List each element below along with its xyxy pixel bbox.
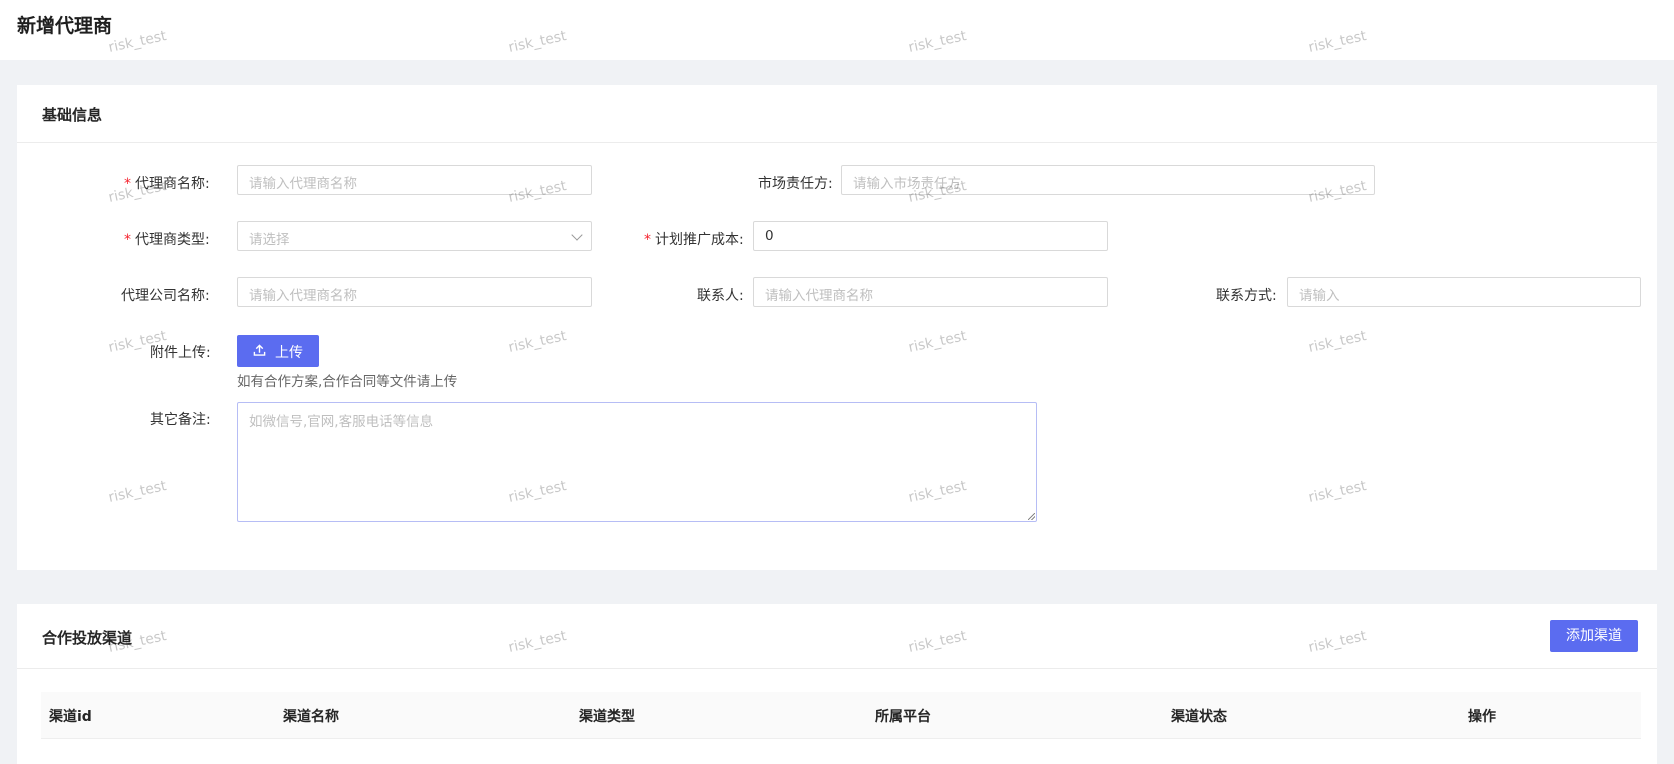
column-header-platform: 所属平台: [875, 709, 931, 725]
upload-button-label: 上传: [275, 345, 303, 361]
basic-info-header: 基础信息: [17, 85, 1657, 143]
contact-person-label: 联系人:: [697, 288, 744, 304]
required-mark: *: [644, 232, 651, 248]
contact-method-input[interactable]: 请输入: [1287, 277, 1641, 307]
contact-method-label: 联系方式:: [1216, 288, 1277, 304]
attachment-label: 附件上传:: [150, 345, 211, 361]
remarks-label: 其它备注:: [150, 412, 211, 428]
column-header-actions: 操作: [1468, 709, 1496, 725]
market-owner-input[interactable]: 请输入市场责任方: [841, 165, 1375, 195]
promo-cost-label: * 计划推广成本:: [644, 232, 744, 248]
upload-hint: 如有合作方案,合作合同等文件请上传: [237, 374, 458, 390]
agent-name-input[interactable]: 请输入代理商名称: [237, 165, 592, 195]
promo-cost-input[interactable]: 0: [753, 221, 1108, 251]
contact-person-input[interactable]: 请输入代理商名称: [753, 277, 1108, 307]
company-name-label: 代理公司名称:: [121, 288, 210, 304]
market-owner-label: 市场责任方:: [758, 176, 833, 192]
column-header-channel-name: 渠道名称: [283, 709, 339, 725]
required-mark: *: [124, 176, 131, 192]
agent-type-label: * 代理商类型:: [124, 232, 210, 248]
required-mark: *: [124, 232, 131, 248]
channels-title: 合作投放渠道: [42, 629, 133, 647]
remarks-textarea[interactable]: 如微信号,官网,客服电话等信息: [237, 402, 1037, 522]
add-channel-button[interactable]: 添加渠道: [1550, 620, 1638, 652]
resize-grip-icon[interactable]: [1028, 513, 1035, 520]
upload-icon: [253, 344, 266, 356]
channels-table-header: 渠道id 渠道名称 渠道类型 所属平台 渠道状态 操作: [41, 692, 1641, 739]
basic-info-card: 基础信息 * 代理商名称: 请输入代理商名称 市场责任方: 请输入市场责任方 * 代…: [17, 85, 1657, 570]
agent-name-label: * 代理商名称:: [124, 176, 210, 192]
column-header-channel-type: 渠道类型: [579, 709, 635, 725]
channels-header: 合作投放渠道 添加渠道: [17, 604, 1657, 669]
page-title: 新增代理商: [17, 15, 113, 37]
column-header-channel-status: 渠道状态: [1171, 709, 1227, 725]
column-header-channel-id: 渠道id: [49, 709, 92, 725]
channels-card: 合作投放渠道 添加渠道 渠道id 渠道名称 渠道类型 所属平台 渠道状态 操作: [17, 604, 1657, 764]
basic-info-title: 基础信息: [42, 106, 103, 124]
page-header: 新增代理商: [0, 0, 1674, 60]
agent-type-select[interactable]: 请选择: [237, 221, 592, 251]
company-name-input[interactable]: 请输入代理商名称: [237, 277, 592, 307]
chevron-down-icon: [571, 229, 583, 241]
upload-button[interactable]: 上传: [237, 335, 319, 367]
